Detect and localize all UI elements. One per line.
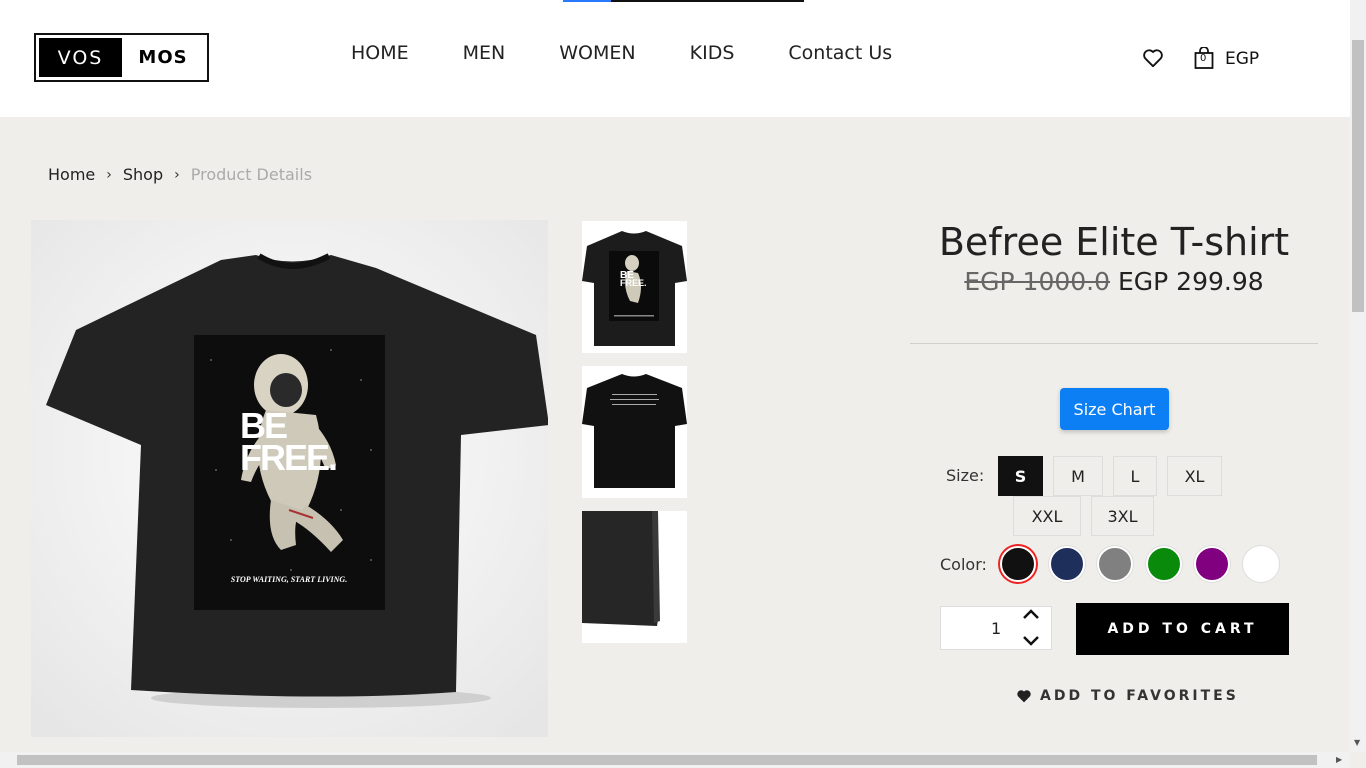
- color-label: Color:: [940, 555, 987, 574]
- logo-right-text: MOS: [138, 47, 188, 68]
- product-thumbnail-front[interactable]: BE FREE.: [582, 221, 687, 353]
- logo-left-text: VOS: [39, 38, 122, 77]
- nav-men[interactable]: MEN: [463, 42, 506, 64]
- breadcrumb: Home › Shop › Product Details: [48, 165, 312, 184]
- breadcrumb-shop[interactable]: Shop: [123, 165, 163, 184]
- product-main-image[interactable]: BE FREE. STOP WAITING, START LIVING.: [31, 220, 548, 737]
- size-option-s[interactable]: S: [998, 456, 1043, 496]
- chevron-up-icon[interactable]: [1022, 607, 1040, 621]
- nav-home[interactable]: HOME: [351, 42, 409, 64]
- add-to-cart-button[interactable]: ADD TO CART: [1076, 603, 1289, 655]
- product-title: Befree Elite T-shirt: [938, 220, 1290, 264]
- vertical-scroll-thumb[interactable]: [1352, 40, 1364, 312]
- color-swatch-purple[interactable]: [1194, 546, 1230, 582]
- scroll-down-arrow-icon[interactable]: ▼: [1354, 738, 1360, 747]
- color-swatch-gray[interactable]: [1097, 546, 1133, 582]
- size-label: Size:: [946, 466, 985, 485]
- main-nav: HOME MEN WOMEN KIDS Contact Us: [351, 42, 892, 64]
- print-tagline-text: STOP WAITING, START LIVING.: [231, 575, 347, 584]
- svg-text:FREE.: FREE.: [620, 278, 647, 288]
- add-to-favorites-label: ADD TO FAVORITES: [1040, 688, 1239, 704]
- wishlist-heart-icon[interactable]: [1142, 48, 1164, 68]
- add-to-favorites-link[interactable]: ADD TO FAVORITES: [1016, 688, 1239, 704]
- size-option-xl[interactable]: XL: [1167, 456, 1222, 496]
- print-free-text: FREE.: [240, 437, 336, 478]
- breadcrumb-current: Product Details: [190, 165, 313, 184]
- chevron-down-icon[interactable]: [1022, 634, 1040, 648]
- cart-count: 0: [1200, 53, 1207, 64]
- currency-selector[interactable]: EGP: [1225, 49, 1259, 69]
- site-header: VOS MOS HOME MEN WOMEN KIDS Contact Us 0…: [0, 0, 1350, 117]
- breadcrumb-home[interactable]: Home: [48, 165, 95, 184]
- color-swatch-navy[interactable]: [1049, 546, 1085, 582]
- nav-kids[interactable]: KIDS: [690, 42, 735, 64]
- horizontal-scroll-thumb[interactable]: [17, 755, 1317, 765]
- quantity-stepper[interactable]: 1: [940, 606, 1052, 650]
- old-price: EGP 1000.0: [964, 267, 1111, 296]
- product-prices: EGP 1000.0 EGP 299.98: [910, 267, 1318, 296]
- nav-women[interactable]: WOMEN: [559, 42, 635, 64]
- size-chart-button[interactable]: Size Chart: [1060, 388, 1169, 430]
- chevron-right-icon: ›: [174, 166, 180, 183]
- scroll-right-arrow-icon[interactable]: ▶: [1336, 755, 1342, 764]
- chevron-right-icon: ›: [106, 166, 112, 183]
- color-swatch-green[interactable]: [1146, 546, 1182, 582]
- product-thumbnail-back[interactable]: [582, 366, 687, 498]
- sale-price: EGP 299.98: [1117, 267, 1264, 296]
- vertical-scrollbar[interactable]: ▼: [1350, 0, 1366, 752]
- size-option-3xl[interactable]: 3XL: [1091, 496, 1154, 536]
- page-progress-indicator: [563, 0, 804, 2]
- divider: [910, 343, 1318, 344]
- product-thumbnail-side[interactable]: [582, 511, 687, 643]
- site-logo[interactable]: VOS MOS: [34, 33, 209, 82]
- horizontal-scrollbar[interactable]: ▶: [0, 752, 1350, 768]
- color-swatch-white[interactable]: [1243, 546, 1279, 582]
- color-swatch-black[interactable]: [1000, 546, 1036, 582]
- size-option-m[interactable]: M: [1053, 456, 1103, 496]
- quantity-value[interactable]: 1: [991, 619, 1001, 638]
- size-option-l[interactable]: L: [1113, 456, 1157, 496]
- heart-icon: [1017, 690, 1031, 703]
- size-option-xxl[interactable]: XXL: [1013, 496, 1081, 536]
- nav-contact-us[interactable]: Contact Us: [788, 42, 892, 64]
